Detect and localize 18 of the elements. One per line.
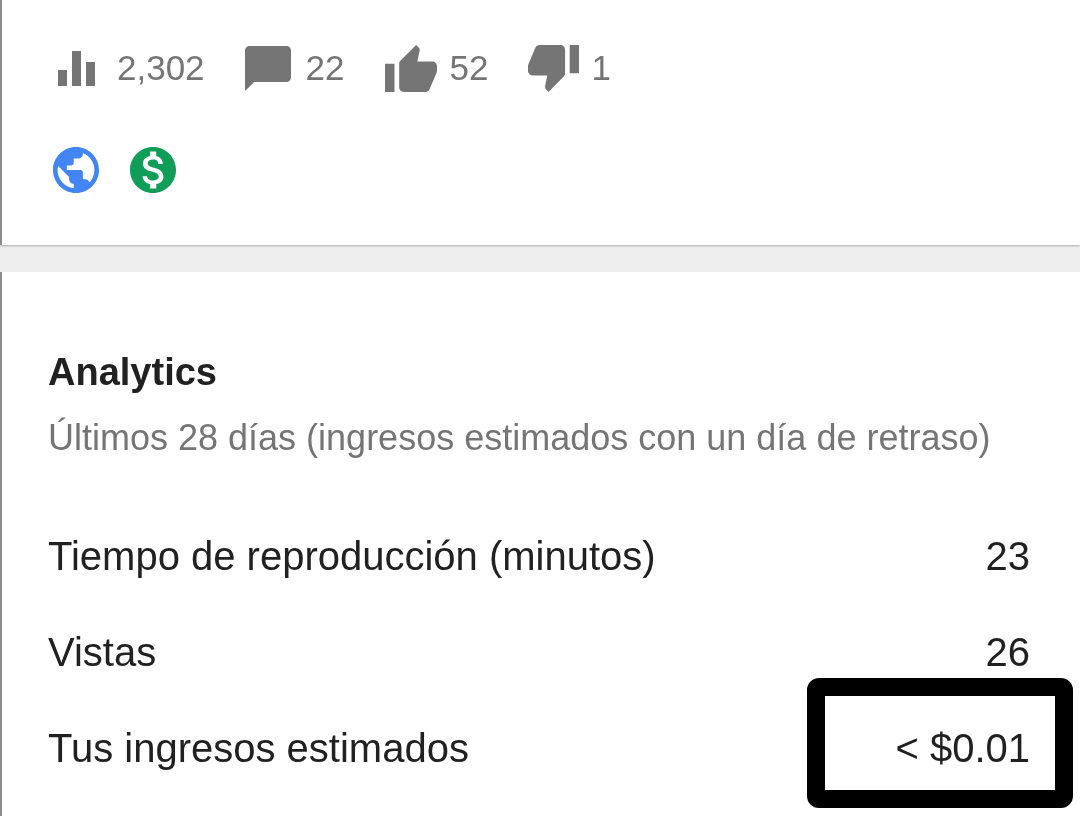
speech-bubble-icon	[244, 45, 291, 91]
metric-value: < $0.01	[895, 725, 1030, 772]
dislike-count: 1	[591, 47, 611, 89]
section-title: Analytics	[48, 350, 218, 395]
view-count: 2,302	[117, 47, 205, 89]
thumbs-up-icon	[384, 44, 437, 92]
metric-label: Vistas	[48, 629, 157, 676]
thumbs-down-icon	[528, 44, 580, 92]
like-count: 52	[449, 47, 489, 89]
section-subtitle: Últimos 28 días (ingresos estimados con un día de retraso)	[48, 416, 992, 460]
metric-label: Tus ingresos estimados	[48, 725, 469, 772]
metric-label: Tiempo de reproducción (minutos)	[48, 533, 656, 580]
metric-value: 26	[985, 629, 1030, 676]
bar-chart-icon	[58, 50, 95, 86]
dollar-icon	[130, 147, 176, 193]
metric-value: 23	[985, 533, 1030, 580]
globe-icon	[53, 147, 99, 193]
comment-count: 22	[305, 47, 345, 89]
